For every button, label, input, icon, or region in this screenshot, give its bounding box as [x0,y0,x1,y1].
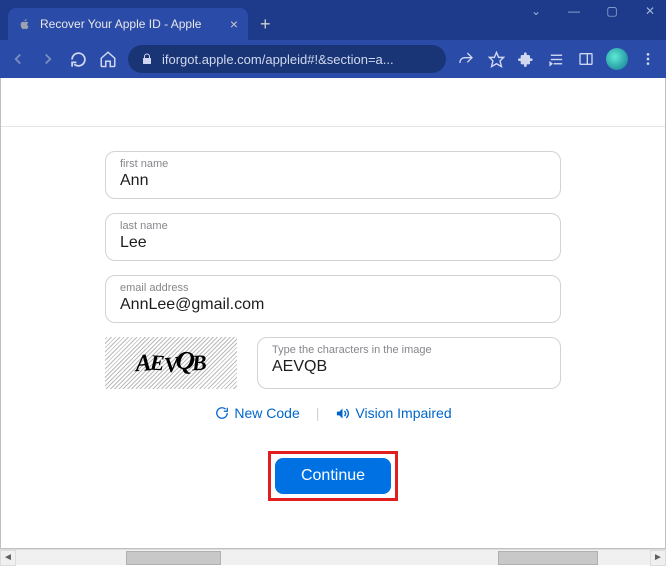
sidepanel-icon[interactable] [576,49,596,69]
refresh-icon [214,406,229,421]
apple-favicon-icon [18,17,32,31]
scroll-track[interactable] [16,550,650,566]
address-bar[interactable]: iforgot.apple.com/appleid#!&section=a... [128,45,446,73]
captcha-field[interactable]: Type the characters in the image [257,337,561,389]
email-field[interactable]: email address [105,275,561,323]
continue-button[interactable]: Continue [275,458,391,494]
vision-impaired-link[interactable]: Vision Impaired [335,405,451,421]
media-icon[interactable] [546,49,566,69]
email-input[interactable] [120,294,546,314]
last-name-input[interactable] [120,232,546,252]
chevron-down-icon[interactable]: ⌄ [526,4,546,18]
audio-icon [335,406,350,421]
vision-impaired-label: Vision Impaired [355,405,451,421]
forward-icon[interactable] [38,49,58,69]
captcha-input-label: Type the characters in the image [272,344,546,356]
tab-title: Recover Your Apple ID - Apple [40,17,222,31]
tab-close-icon[interactable]: × [230,16,238,32]
browser-tab[interactable]: Recover Your Apple ID - Apple × [8,8,248,40]
new-code-link[interactable]: New Code [214,405,299,421]
first-name-label: first name [120,158,546,170]
home-icon[interactable] [98,49,118,69]
captcha-image: AEVQB [105,337,237,389]
new-tab-button[interactable]: + [248,8,283,40]
last-name-label: last name [120,220,546,232]
star-icon[interactable] [486,49,506,69]
share-icon[interactable] [456,49,476,69]
continue-highlight: Continue [268,451,398,501]
window-minimize-icon[interactable]: — [564,4,584,18]
window-maximize-icon[interactable]: ▢ [602,4,622,18]
link-separator: | [316,405,320,421]
first-name-field[interactable]: first name [105,151,561,199]
scroll-thumb[interactable] [498,551,598,565]
back-icon[interactable] [8,49,28,69]
extensions-icon[interactable] [516,49,536,69]
first-name-input[interactable] [120,170,546,190]
captcha-input[interactable] [272,356,546,376]
window-close-icon[interactable]: ✕ [640,4,660,18]
divider [1,126,665,127]
menu-icon[interactable] [638,49,658,69]
lock-icon [140,52,154,66]
scroll-thumb[interactable] [126,551,221,565]
scroll-left-icon[interactable]: ◄ [0,550,16,566]
scroll-right-icon[interactable]: ► [650,550,666,566]
horizontal-scrollbar[interactable]: ◄ ► [0,549,666,565]
url-text: iforgot.apple.com/appleid#!&section=a... [162,52,434,67]
new-code-label: New Code [234,405,299,421]
recover-form: first name last name email address AEVQB… [105,151,561,501]
profile-avatar[interactable] [606,48,628,70]
email-label: email address [120,282,546,294]
last-name-field[interactable]: last name [105,213,561,261]
reload-icon[interactable] [68,49,88,69]
